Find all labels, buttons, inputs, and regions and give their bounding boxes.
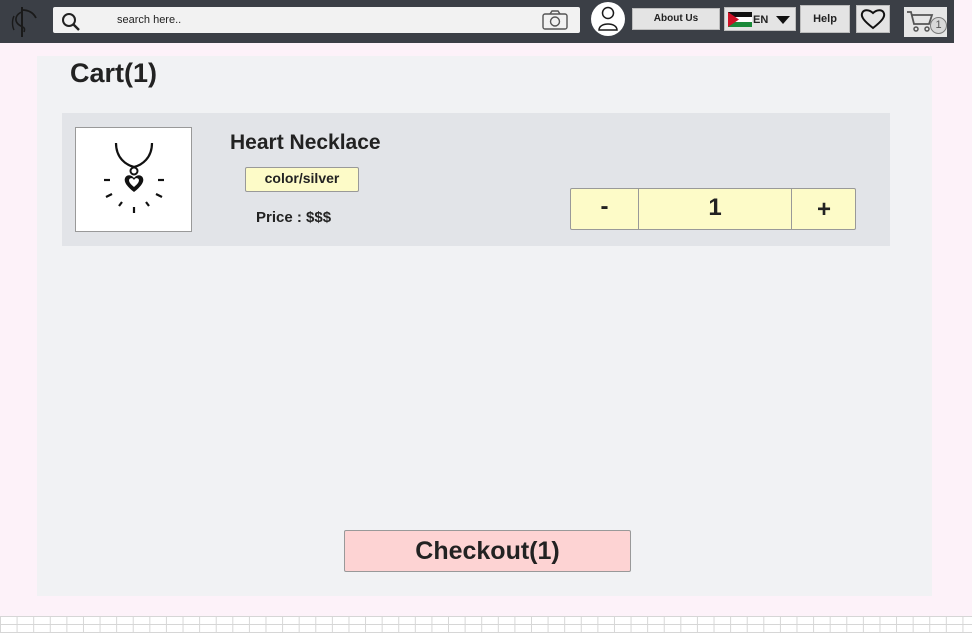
cart-button[interactable]: 1 — [904, 7, 947, 37]
product-name[interactable]: Heart Necklace — [230, 131, 381, 155]
language-selector[interactable]: EN — [724, 7, 796, 31]
about-us-button[interactable]: About Us — [632, 8, 720, 30]
quantity-value: 1 — [708, 194, 722, 221]
help-button[interactable]: Help — [800, 5, 850, 33]
product-price: Price : $$$ — [256, 209, 332, 226]
decrease-quantity-button[interactable]: - — [571, 189, 639, 229]
search-bar — [53, 7, 580, 33]
product-image[interactable] — [75, 127, 192, 232]
top-navigation-bar: About Us EN Help 1 — [0, 0, 954, 43]
chevron-down-icon — [776, 16, 790, 24]
increase-quantity-button[interactable]: + — [791, 189, 856, 229]
language-code: EN — [753, 14, 769, 26]
jordan-flag-icon — [728, 12, 752, 27]
checkout-button[interactable]: Checkout(1) — [344, 530, 631, 572]
profile-button[interactable] — [591, 2, 625, 36]
heart-icon — [860, 9, 886, 30]
user-icon — [598, 6, 618, 31]
variant-badge[interactable]: color/silver — [245, 167, 359, 192]
heart-necklace-icon — [104, 142, 164, 213]
rod-of-asclepius-icon[interactable] — [8, 4, 40, 38]
grid-background — [0, 616, 972, 633]
search-input[interactable] — [117, 11, 517, 29]
page-title: Cart(1) — [70, 58, 158, 88]
cart-count-badge: 1 — [930, 17, 947, 34]
quantity-stepper: - 1 + — [570, 188, 856, 230]
camera-icon[interactable] — [541, 9, 569, 36]
search-icon[interactable] — [60, 11, 82, 38]
wishlist-button[interactable] — [856, 5, 890, 33]
